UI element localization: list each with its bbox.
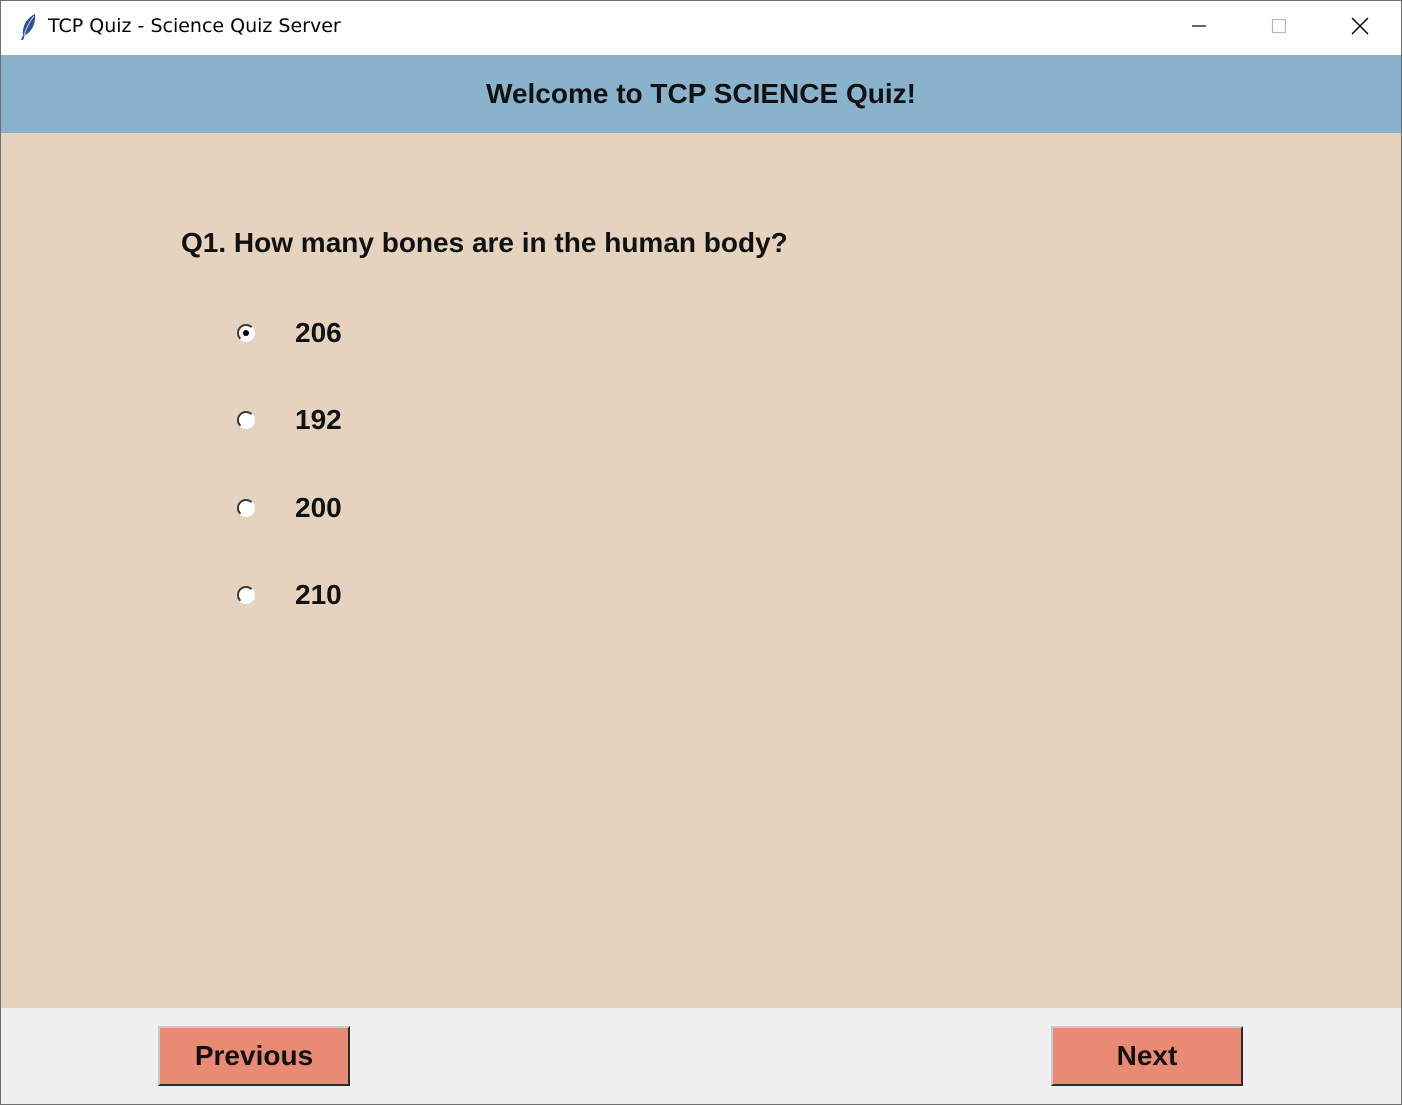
option-label: 192 — [295, 404, 342, 435]
header-title: Welcome to TCP SCIENCE Quiz! — [486, 78, 916, 109]
navigation-footer: Previous Next — [1, 1008, 1401, 1104]
maximize-button[interactable] — [1239, 1, 1319, 55]
radio-button[interactable] — [237, 499, 255, 517]
quiz-window: TCP Quiz - Science Quiz Server Welcome t… — [0, 0, 1402, 1105]
option-206[interactable]: 206 — [237, 315, 342, 351]
header-banner: Welcome to TCP SCIENCE Quiz! — [1, 55, 1401, 133]
radio-button-selected[interactable] — [237, 324, 255, 342]
question-text: Q1. How many bones are in the human body… — [181, 227, 788, 258]
option-label: 206 — [295, 317, 342, 348]
feather-icon — [17, 13, 39, 41]
maximize-icon — [1271, 18, 1287, 39]
next-button[interactable]: Next — [1051, 1026, 1243, 1086]
option-label: 210 — [295, 579, 342, 610]
quiz-content: Q1. How many bones are in the human body… — [1, 133, 1401, 1008]
option-label: 200 — [295, 492, 342, 523]
window-title: TCP Quiz - Science Quiz Server — [48, 15, 341, 37]
option-200[interactable]: 200 — [237, 490, 342, 526]
radio-button[interactable] — [237, 411, 255, 429]
previous-button[interactable]: Previous — [158, 1026, 350, 1086]
minimize-icon — [1191, 18, 1207, 39]
option-192[interactable]: 192 — [237, 402, 342, 438]
close-icon — [1351, 17, 1369, 40]
radio-button[interactable] — [237, 586, 255, 604]
title-bar[interactable]: TCP Quiz - Science Quiz Server — [1, 1, 1401, 55]
minimize-button[interactable] — [1159, 1, 1239, 55]
close-button[interactable] — [1320, 1, 1400, 55]
option-210[interactable]: 210 — [237, 577, 342, 613]
